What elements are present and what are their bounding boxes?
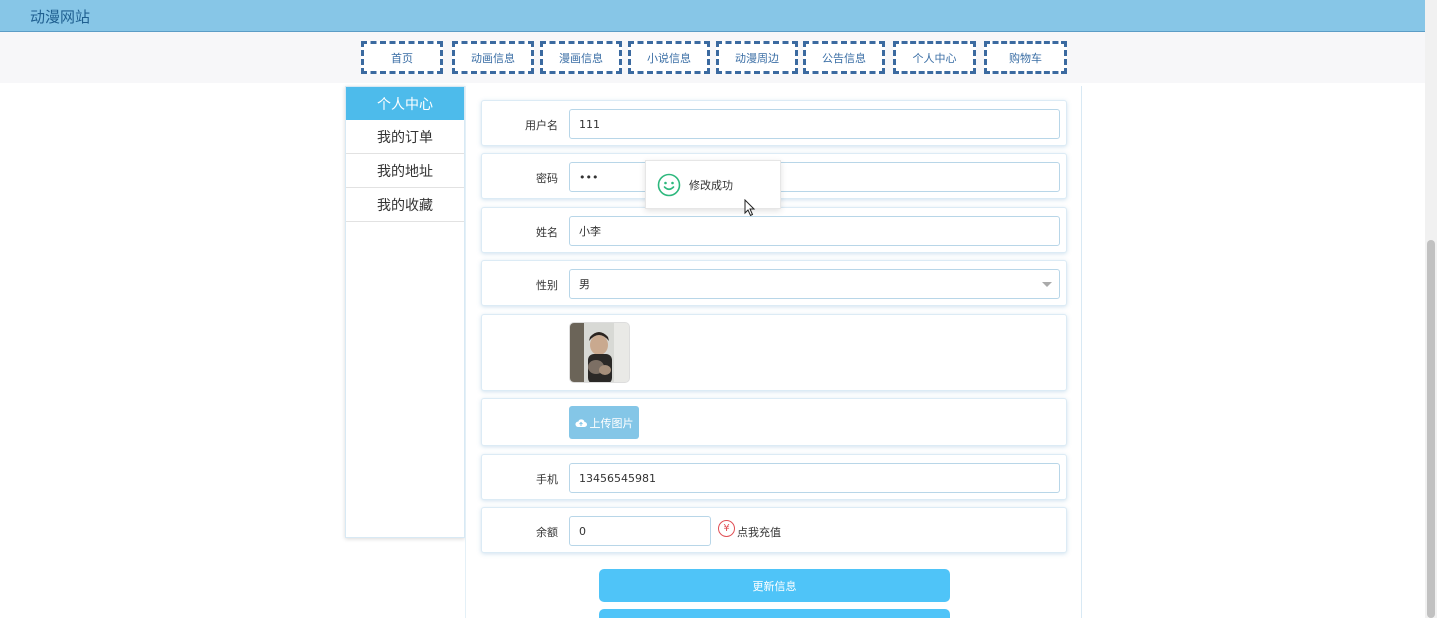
update-info-button[interactable]: 更新信息 <box>599 569 950 602</box>
scrollbar-thumb[interactable] <box>1427 240 1435 618</box>
balance-input[interactable]: 0 <box>569 516 711 546</box>
smile-icon <box>657 173 681 196</box>
nav-manga-info[interactable]: 漫画信息 <box>540 41 622 74</box>
nav-novel-info[interactable]: 小说信息 <box>628 41 710 74</box>
phone-input[interactable]: 13456545981 <box>569 463 1060 493</box>
recharge-link[interactable]: 点我充值 <box>737 524 781 540</box>
upload-image-button[interactable]: 上传图片 <box>569 406 639 439</box>
upload-image-label: 上传图片 <box>589 416 634 430</box>
balance-row: 余额 0 ¥ 点我充值 <box>481 507 1067 553</box>
yuan-icon[interactable]: ¥ <box>718 520 735 537</box>
cloud-upload-icon <box>574 418 587 427</box>
sidebar-item-addresses[interactable]: 我的地址 <box>346 154 464 188</box>
sidebar-title: 个人中心 <box>346 87 464 120</box>
avatar-photo <box>570 323 629 382</box>
gender-label: 性别 <box>536 279 558 292</box>
sidebar-item-orders[interactable]: 我的订单 <box>346 120 464 154</box>
name-input[interactable]: 小李 <box>569 216 1060 246</box>
main-nav: 首页 动画信息 漫画信息 小说信息 动漫周边 公告信息 个人中心 购物车 <box>0 32 1425 83</box>
toast-message: 修改成功 <box>689 178 733 192</box>
nav-cart[interactable]: 购物车 <box>984 41 1067 74</box>
site-title[interactable]: 动漫网站 <box>30 6 90 27</box>
name-row: 姓名 小李 <box>481 207 1067 253</box>
top-bar: 动漫网站 <box>0 0 1425 32</box>
username-row: 用户名 111 <box>481 100 1067 146</box>
upload-row: 上传图片 <box>481 398 1067 446</box>
password-label: 密码 <box>536 172 558 185</box>
gender-row: 性别 男 <box>481 260 1067 306</box>
nav-merch[interactable]: 动漫周边 <box>716 41 798 74</box>
username-label: 用户名 <box>525 119 558 132</box>
sidebar-item-favorites[interactable]: 我的收藏 <box>346 188 464 222</box>
secondary-action-button[interactable] <box>599 609 950 618</box>
nav-announcements[interactable]: 公告信息 <box>803 41 885 74</box>
gender-value: 男 <box>579 278 590 291</box>
phone-row: 手机 13456545981 <box>481 454 1067 500</box>
nav-anime-info[interactable]: 动画信息 <box>452 41 534 74</box>
nav-home[interactable]: 首页 <box>361 41 443 74</box>
gender-select[interactable]: 男 <box>569 269 1060 299</box>
avatar-row <box>481 314 1067 391</box>
page-scrollbar[interactable] <box>1425 0 1437 618</box>
success-toast: 修改成功 <box>645 160 781 209</box>
sidebar: 个人中心 我的订单 我的地址 我的收藏 <box>345 86 465 538</box>
phone-label: 手机 <box>536 473 558 486</box>
nav-personal-center[interactable]: 个人中心 <box>893 41 976 74</box>
balance-label: 余额 <box>536 526 558 539</box>
password-input[interactable]: ••• <box>569 162 1060 192</box>
chevron-down-icon[interactable] <box>1042 282 1052 287</box>
avatar <box>569 322 630 383</box>
name-label: 姓名 <box>536 226 558 239</box>
username-input[interactable]: 111 <box>569 109 1060 139</box>
mouse-cursor-icon <box>744 198 756 220</box>
